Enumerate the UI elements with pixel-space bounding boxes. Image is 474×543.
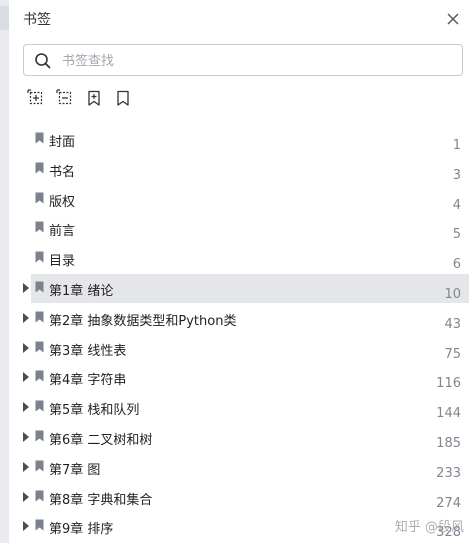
bookmark-page-number: 10 xyxy=(444,287,461,302)
bookmark-page-number: 1 xyxy=(452,138,461,153)
bookmark-marker-icon xyxy=(35,162,44,174)
bookmark-page-number: 144 xyxy=(436,406,461,422)
bookmark-page-number: 3 xyxy=(452,167,461,183)
bookmark-label: 第6章 二叉树和树 xyxy=(49,433,153,448)
bookmark-row[interactable]: 封面 1 xyxy=(9,125,474,154)
bookmark-label: 第9章 排序 xyxy=(49,522,114,538)
bookmark-page-number: 233 xyxy=(436,465,461,481)
watermark: 知乎 @段风 xyxy=(394,520,464,535)
bookmark-page-number: 185 xyxy=(436,436,461,451)
expand-all-icon[interactable] xyxy=(27,89,45,107)
bookmark-marker-icon xyxy=(35,251,44,263)
search-box[interactable] xyxy=(23,44,463,76)
bookmark-label: 第3章 线性表 xyxy=(49,343,127,359)
bookmark-marker-icon xyxy=(35,281,44,293)
bookmark-row[interactable]: 第2章 抽象数据类型和Python类 43 xyxy=(9,304,474,333)
bookmark-label: 第8章 字典和集合 xyxy=(49,492,153,508)
bookmark-marker-icon xyxy=(35,311,44,323)
rail-tab[interactable] xyxy=(0,6,9,30)
bookmark-page-number: 274 xyxy=(436,495,461,511)
bookmark-row[interactable]: 前言 5 xyxy=(9,214,474,243)
add-bookmark-icon[interactable] xyxy=(85,89,103,107)
expand-arrow-icon[interactable] xyxy=(23,461,29,472)
bookmark-label: 第1章 绪论 xyxy=(49,284,114,299)
bookmark-row[interactable]: 第4章 字符串 116 xyxy=(9,363,474,392)
bookmark-row[interactable]: 第5章 栈和队列 144 xyxy=(9,393,474,422)
bookmark-label: 第7章 图 xyxy=(49,462,101,478)
expand-arrow-icon[interactable] xyxy=(23,402,29,413)
bookmark-marker-icon xyxy=(35,132,44,144)
search-input[interactable] xyxy=(60,50,454,72)
bookmark-label: 版权 xyxy=(49,194,76,210)
bookmark-row[interactable]: 第8章 字典和集合 274 xyxy=(9,483,474,512)
bookmark-page-number: 4 xyxy=(452,197,461,213)
expand-arrow-icon[interactable] xyxy=(23,283,29,293)
bookmark-label: 第4章 字符串 xyxy=(49,373,127,389)
bookmark-marker-icon xyxy=(35,370,44,382)
bookmark-row[interactable]: 第7章 图 233 xyxy=(9,453,474,482)
bookmark-row[interactable]: 书名 3 xyxy=(9,155,474,184)
bookmark-page-number: 6 xyxy=(452,257,461,273)
bookmark-label: 目录 xyxy=(49,254,76,270)
expand-arrow-icon[interactable] xyxy=(23,342,29,353)
bookmark-label: 封面 xyxy=(49,135,76,150)
bookmark-page-number: 43 xyxy=(444,316,461,332)
expand-arrow-icon[interactable] xyxy=(23,312,29,323)
bookmark-marker-icon xyxy=(35,519,44,531)
expand-arrow-icon[interactable] xyxy=(23,432,29,442)
bookmark-row[interactable]: 目录 6 xyxy=(9,244,474,273)
bookmark-row[interactable]: 第3章 线性表 75 xyxy=(9,334,474,363)
collapse-all-icon[interactable] xyxy=(56,89,74,107)
bookmark-page-number: 116 xyxy=(436,376,461,392)
bookmark-marker-icon xyxy=(35,490,44,502)
bookmark-marker-icon xyxy=(35,341,44,353)
left-rail xyxy=(0,0,9,543)
bookmark-panel: 书签 书签查找 封面 1 书名 3 版权 4 前言 5 目录 6 第1章 绪论 … xyxy=(9,0,474,543)
bookmark-label: 第2章 抽象数据类型和Python类 xyxy=(49,313,237,329)
bookmark-row[interactable]: 版权 4 xyxy=(9,185,474,214)
bookmark-row[interactable]: 第1章 绪论 10 xyxy=(9,274,474,303)
close-icon[interactable] xyxy=(443,9,463,29)
bookmark-label: 书名 xyxy=(49,164,76,180)
expand-arrow-icon[interactable] xyxy=(23,491,29,502)
search-icon xyxy=(34,52,52,70)
bookmark-page-number: 75 xyxy=(444,346,461,362)
panel-title: 书签 xyxy=(23,12,51,28)
bookmark-icon[interactable] xyxy=(114,89,132,107)
bookmark-page-number: 5 xyxy=(452,227,461,243)
bookmark-marker-icon xyxy=(35,430,44,442)
bookmark-row[interactable]: 第6章 二叉树和树 185 xyxy=(9,423,474,452)
bookmark-marker-icon xyxy=(35,192,44,204)
bookmark-marker-icon xyxy=(35,221,44,233)
bookmark-marker-icon xyxy=(35,400,44,412)
bookmark-label: 前言 xyxy=(49,224,76,240)
bookmark-label: 第5章 栈和队列 xyxy=(49,403,140,419)
bookmark-marker-icon xyxy=(35,460,44,472)
expand-arrow-icon[interactable] xyxy=(23,521,29,532)
expand-arrow-icon[interactable] xyxy=(23,372,29,383)
